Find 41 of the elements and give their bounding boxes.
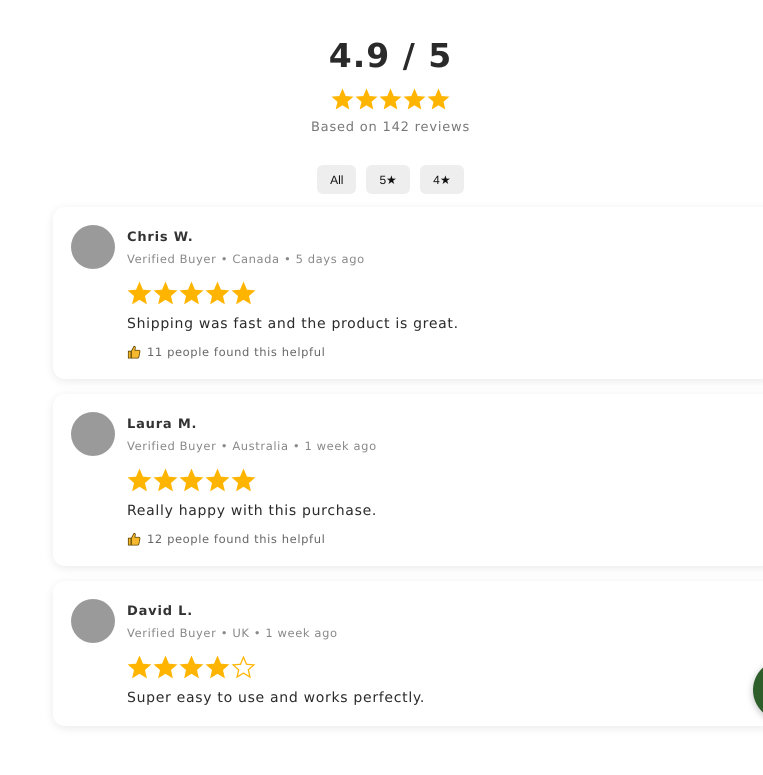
- star-icon: [153, 468, 178, 493]
- avatar: [71, 599, 115, 643]
- star-icon: [205, 655, 230, 680]
- helpful-count: 12 people found this helpful: [147, 532, 326, 546]
- star-icon: [127, 655, 152, 680]
- filter-chip[interactable]: 4★: [420, 165, 464, 194]
- star-icon: [153, 281, 178, 306]
- filter-chip[interactable]: 5★: [366, 165, 410, 194]
- star-icon: [179, 655, 204, 680]
- star-icon: [205, 281, 230, 306]
- star-icon: [179, 281, 204, 306]
- star-icon: [331, 88, 354, 111]
- thumbs-up-icon: [127, 345, 141, 359]
- star-icon: [231, 655, 256, 680]
- avatar: [71, 412, 115, 456]
- review-text: Really happy with this purchase.: [127, 503, 378, 519]
- star-icon: [127, 468, 152, 493]
- star-icon: [427, 88, 450, 111]
- star-icon: [179, 468, 204, 493]
- filter-chip[interactable]: All: [317, 165, 356, 194]
- review-meta: Verified Buyer • Australia • 1 week ago: [127, 439, 377, 453]
- review-text: Shipping was fast and the product is great.: [127, 316, 460, 332]
- star-icon: [231, 468, 256, 493]
- star-icon: [355, 88, 378, 111]
- star-icon: [127, 281, 152, 306]
- review-meta: Verified Buyer • UK • 1 week ago: [127, 626, 338, 640]
- reviewer-name: Chris W.: [127, 230, 195, 245]
- rating-score: 4.9 / 5: [328, 36, 452, 76]
- star-icon: [205, 468, 230, 493]
- star-icon: [153, 655, 178, 680]
- review-count: Based on 142 reviews: [310, 120, 470, 135]
- reviewer-name: David L.: [127, 604, 194, 619]
- helpful-count: 11 people found this helpful: [147, 345, 326, 359]
- reviewer-name: Laura M.: [127, 417, 198, 432]
- avatar: [71, 225, 115, 269]
- star-icon: [403, 88, 426, 111]
- star-icon: [379, 88, 402, 111]
- star-icon: [231, 281, 256, 306]
- review-text: Super easy to use and works perfectly.: [127, 690, 426, 706]
- review-meta: Verified Buyer • Canada • 5 days ago: [127, 252, 365, 266]
- thumbs-up-icon: [127, 532, 141, 546]
